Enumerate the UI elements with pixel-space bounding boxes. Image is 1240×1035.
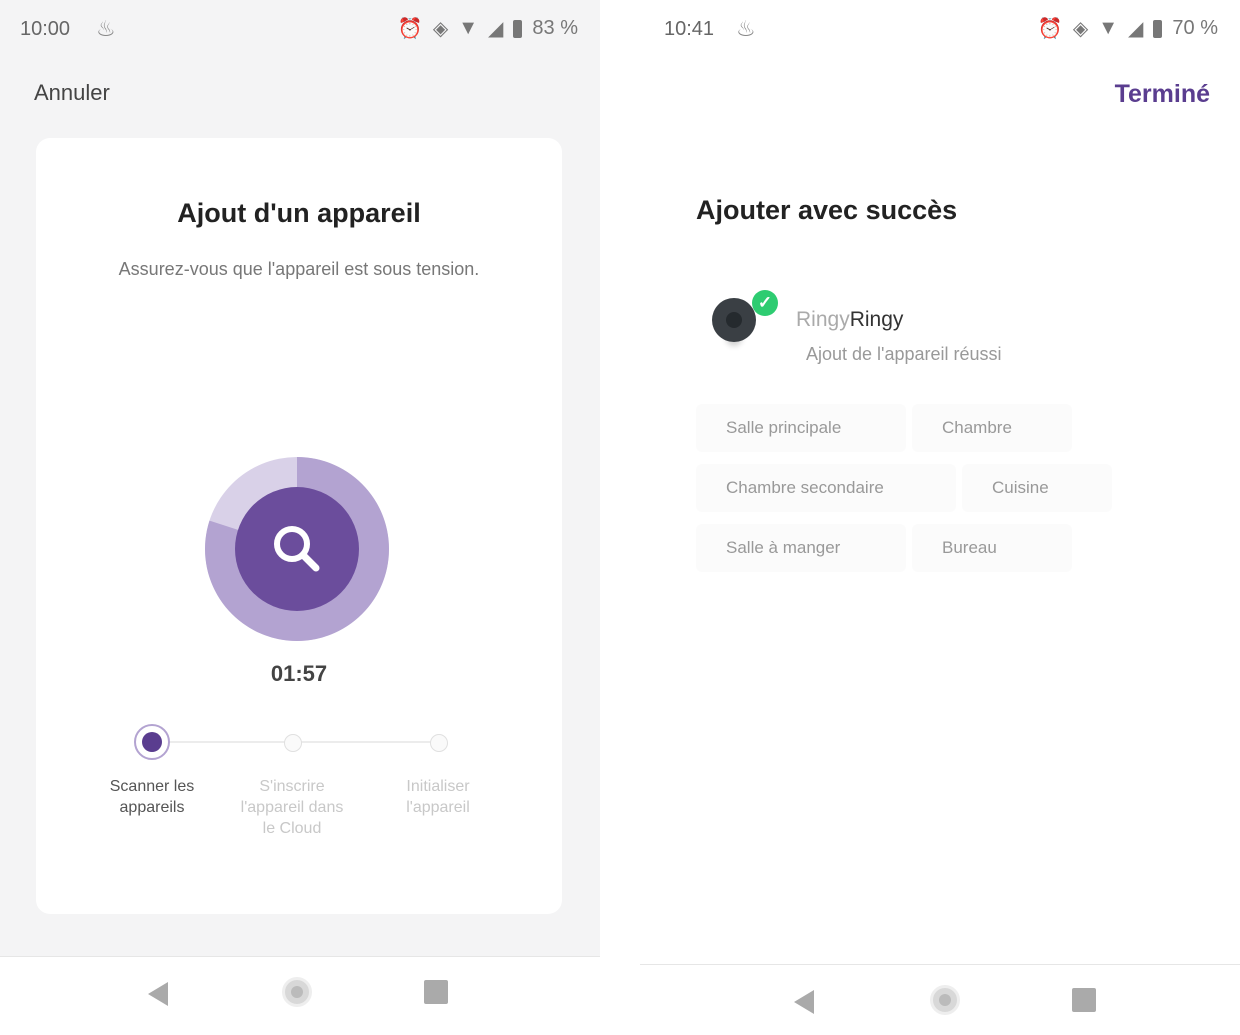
notification-icon: ♨: [736, 16, 756, 41]
battery-icon: [1153, 19, 1163, 38]
done-button[interactable]: Terminé: [1115, 80, 1210, 109]
step-3-indicator: [430, 734, 448, 752]
back-icon[interactable]: [148, 982, 168, 1006]
notification-icon: ♨: [96, 16, 116, 41]
wifi-icon: ▼: [1098, 17, 1119, 39]
rotate-icon: ◈: [432, 18, 449, 40]
room-chip[interactable]: Chambre: [912, 404, 1072, 452]
rotate-icon: ◈: [1072, 18, 1089, 40]
page-title: Ajout d'un appareil: [177, 198, 421, 228]
alarm-icon: ⏰: [1037, 18, 1063, 40]
recent-apps-icon[interactable]: [1072, 988, 1096, 1012]
device-name[interactable]: RingyRingy: [796, 308, 903, 332]
status-icons: ⏰ ◈ ▼ ◢ 70 %: [1038, 16, 1218, 41]
signal-icon: ◢: [488, 18, 504, 40]
page-subtitle: Assurez-vous que l'appareil est sous ten…: [118, 259, 480, 279]
device-status: Ajout de l'appareil réussi: [806, 344, 1002, 364]
step-1-dot: [142, 732, 162, 752]
step-1-indicator: [134, 724, 170, 760]
status-icons: ⏰ ◈ ▼ ◢ 83 %: [398, 16, 578, 41]
left-phone-screen: 10:00 ♨ ⏰ ◈ ▼ ◢ 83 % Annuler Ajout d'un …: [0, 0, 600, 1027]
room-chip[interactable]: Salle à manger: [696, 524, 906, 572]
home-icon[interactable]: [282, 977, 312, 1007]
battery-icon: [513, 19, 523, 38]
device-name-ghost: Ringy: [796, 308, 850, 331]
step-1-label: Scanner les appareils: [109, 778, 195, 816]
home-icon[interactable]: [930, 985, 960, 1015]
status-time: 10:00: [20, 18, 71, 40]
battery-level: 83 %: [532, 17, 578, 39]
scan-core: [235, 487, 359, 611]
navigation-bar: [640, 964, 1240, 1035]
step-2-label: S'inscrire l'appareil dans le Cloud: [240, 778, 344, 837]
right-phone-screen: 10:41 ♨ ⏰ ◈ ▼ ◢ 70 % Terminé Ajouter ave…: [640, 0, 1240, 1035]
step-3-label: Initialiser l'appareil: [406, 778, 470, 816]
room-chip[interactable]: Cuisine: [962, 464, 1112, 512]
add-device-card: Ajout d'un appareil Assurez-vous que l'a…: [36, 138, 562, 914]
room-chip[interactable]: Bureau: [912, 524, 1072, 572]
room-chip[interactable]: Chambre secondaire: [696, 464, 956, 512]
step-2-indicator: [284, 734, 302, 752]
status-bar: 10:41 ♨ ⏰ ◈ ▼ ◢ 70 %: [640, 10, 1240, 46]
scan-progress-ring: [205, 457, 389, 641]
check-icon: ✓: [752, 290, 778, 316]
wifi-icon: ▼: [458, 17, 479, 39]
page-title: Ajouter avec succès: [696, 195, 958, 225]
status-time: 10:41: [664, 18, 715, 40]
battery-level: 70 %: [1172, 17, 1218, 39]
cancel-button[interactable]: Annuler: [34, 80, 110, 106]
scan-timer: 01:57: [270, 661, 328, 686]
recent-apps-icon[interactable]: [424, 980, 448, 1004]
device-row[interactable]: ✓ RingyRingy Ajout de l'appareil réussi: [696, 280, 1136, 376]
device-thumbnail: [712, 298, 756, 342]
room-chip[interactable]: Salle principale: [696, 404, 906, 452]
status-bar: 10:00 ♨ ⏰ ◈ ▼ ◢ 83 %: [0, 10, 600, 46]
alarm-icon: ⏰: [397, 18, 423, 40]
navigation-bar: [0, 956, 600, 1027]
signal-icon: ◢: [1128, 18, 1144, 40]
device-name-text: Ringy: [849, 308, 904, 331]
back-icon[interactable]: [794, 990, 814, 1014]
